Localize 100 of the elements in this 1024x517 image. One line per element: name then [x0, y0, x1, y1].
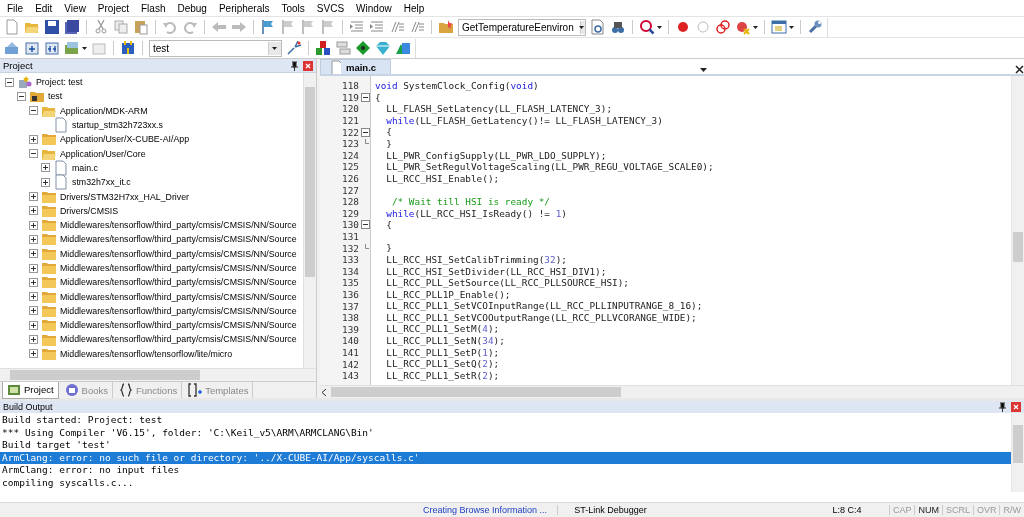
build-icon[interactable] — [24, 40, 40, 56]
output-line[interactable]: *** Using Compiler 'V6.15', folder: 'C:\Keil_v5\ARM\ARMCLANG\Bin' — [0, 426, 1011, 439]
tree-item[interactable]: Middlewares/tensorflow/third_party/cmsis/CMSIS/NN/Source — [60, 263, 297, 273]
options-icon[interactable] — [286, 40, 302, 56]
collapse-toggle[interactable] — [5, 77, 14, 87]
tree-item[interactable]: Middlewares/tensorflow/third_party/cmsis/CMSIS/NN/Source — [60, 248, 297, 259]
comment-icon[interactable] — [409, 19, 425, 35]
breakpoint-icon[interactable] — [675, 19, 691, 35]
binoculars-icon[interactable] — [610, 19, 626, 35]
find-combo[interactable]: GetTemperatureEenviron — [458, 18, 586, 36]
collapse-toggle[interactable] — [17, 91, 26, 101]
expand-toggle[interactable] — [29, 206, 38, 216]
save-all-icon[interactable] — [64, 19, 80, 35]
books-icon[interactable] — [64, 383, 79, 397]
folder-star-icon[interactable] — [438, 19, 454, 35]
menu-item[interactable]: Tools — [276, 2, 312, 14]
expand-toggle[interactable] — [29, 306, 38, 316]
menu-item[interactable]: SVCS — [311, 2, 352, 14]
template-icon[interactable] — [188, 383, 203, 397]
dropdown-icon[interactable] — [698, 66, 708, 74]
horizontal-scrollbar[interactable] — [320, 385, 1024, 398]
packs-icon[interactable] — [395, 40, 411, 56]
caret-icon[interactable] — [753, 25, 758, 29]
menu-item[interactable]: File — [2, 2, 31, 14]
collapse-toggle[interactable] — [29, 149, 38, 159]
tree-item[interactable]: Middlewares/tensorflow/tensorflow/lite/micro — [60, 348, 233, 359]
close-icon[interactable] — [1015, 65, 1024, 74]
expand-toggle[interactable] — [41, 177, 50, 187]
menu-item[interactable]: View — [59, 2, 93, 14]
menu-item[interactable]: Project — [92, 2, 136, 14]
flag-icon[interactable] — [260, 19, 276, 35]
translate-icon[interactable] — [4, 40, 20, 56]
tree-item[interactable]: Drivers/STM32H7xx_HAL_Driver — [60, 191, 190, 202]
fold-toggle[interactable] — [361, 127, 370, 137]
tree-item[interactable]: Middlewares/tensorflow/third_party/cmsis/CMSIS/NN/Source — [60, 334, 297, 345]
expand-toggle[interactable] — [29, 134, 38, 144]
tree-item[interactable]: Application/User/X-CUBE-AI/App — [60, 134, 190, 145]
scrollbar[interactable] — [1011, 413, 1024, 492]
tree-item[interactable]: Middlewares/tensorflow/third_party/cmsis/CMSIS/NN/Source — [60, 320, 297, 331]
output-line[interactable]: ArmClang: error: no input files — [0, 464, 1011, 477]
target-combo[interactable]: test — [149, 39, 282, 57]
project-tab-icon[interactable] — [7, 382, 21, 397]
tree-item[interactable]: test — [48, 91, 63, 102]
document-search-icon[interactable] — [590, 19, 606, 35]
expand-toggle[interactable] — [29, 292, 38, 302]
tree-item[interactable]: Middlewares/tensorflow/third_party/cmsis/CMSIS/NN/Source — [60, 220, 297, 231]
tree-item[interactable]: Middlewares/tensorflow/third_party/cmsis/CMSIS/NN/Source — [60, 277, 297, 288]
tree-item[interactable]: Project: test — [36, 77, 83, 88]
expand-toggle[interactable] — [29, 277, 38, 287]
expand-toggle[interactable] — [29, 263, 38, 273]
scroll-left-icon[interactable] — [320, 387, 328, 397]
fold-toggle[interactable] — [361, 92, 370, 102]
window-icon[interactable] — [771, 19, 787, 35]
expand-toggle[interactable] — [29, 349, 38, 359]
menu-item[interactable]: Peripherals — [213, 2, 277, 14]
menu-item[interactable]: Edit — [30, 2, 60, 14]
collapse-toggle[interactable] — [29, 106, 38, 116]
expand-toggle[interactable] — [41, 163, 50, 173]
horizontal-scrollbar[interactable] — [0, 368, 316, 381]
diamond-icon[interactable] — [355, 40, 371, 56]
cut-icon[interactable] — [93, 19, 109, 35]
breakpoint-icon[interactable] — [735, 19, 751, 35]
caret-icon[interactable] — [657, 25, 662, 29]
rebuild-icon[interactable] — [44, 40, 60, 56]
scrollbar[interactable] — [303, 73, 316, 368]
caret-icon[interactable] — [579, 25, 585, 29]
tree-item[interactable]: Middlewares/tensorflow/third_party/cmsis/CMSIS/NN/Source — [60, 234, 297, 245]
braces-icon[interactable] — [119, 383, 133, 397]
wrench-icon[interactable] — [807, 19, 823, 35]
save-icon[interactable] — [44, 19, 60, 35]
tree-item[interactable]: Application/User/Core — [60, 148, 146, 159]
paste-icon[interactable] — [133, 19, 149, 35]
tree-item[interactable]: Application/MDK-ARM — [60, 105, 148, 116]
caret-icon[interactable] — [789, 25, 794, 29]
scrollbar[interactable] — [1011, 76, 1024, 385]
output-line[interactable]: Build started: Project: test — [0, 414, 1011, 427]
tree-item[interactable]: startup_stm32h723xx.s — [72, 120, 163, 131]
expand-toggle[interactable] — [29, 320, 38, 330]
comment-icon[interactable] — [389, 19, 405, 35]
tree-item[interactable]: Drivers/CMSIS — [60, 205, 119, 216]
fold-toggle[interactable] — [361, 220, 370, 230]
tree-item[interactable]: stm32h7xx_it.c — [72, 177, 131, 188]
breakpoints-icon[interactable] — [715, 19, 731, 35]
menu-item[interactable]: Flash — [136, 2, 173, 14]
menu-item[interactable]: Window — [351, 2, 399, 14]
expand-toggle[interactable] — [29, 192, 38, 201]
search-icon[interactable] — [639, 19, 655, 35]
caret-icon[interactable] — [82, 46, 87, 50]
editor-tab[interactable]: main.c — [320, 59, 392, 74]
menu-item[interactable]: Help — [398, 2, 432, 14]
manage-icon[interactable] — [315, 40, 331, 56]
expand-toggle[interactable] — [29, 249, 38, 259]
expand-toggle[interactable] — [29, 220, 38, 230]
caret-icon[interactable] — [271, 46, 277, 50]
pin-icon[interactable] — [290, 60, 299, 71]
load-icon[interactable] — [120, 40, 136, 56]
expand-toggle[interactable] — [29, 335, 38, 344]
menu-item[interactable]: Debug — [172, 2, 214, 14]
pin-icon[interactable] — [998, 402, 1007, 412]
tree-item[interactable]: Middlewares/tensorflow/third_party/cmsis/CMSIS/NN/Source — [60, 305, 297, 316]
